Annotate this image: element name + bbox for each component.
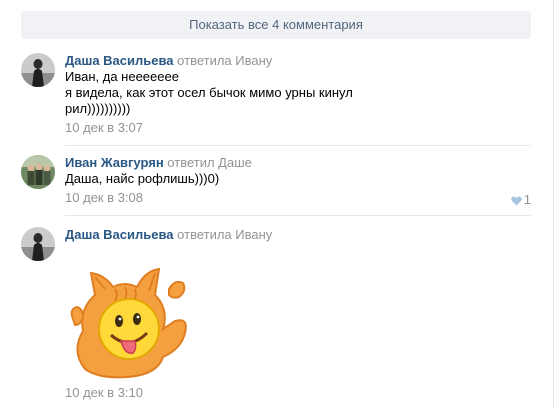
comment-text-line: Иван, да неееееее	[65, 69, 179, 84]
comment-body: Иван Жавгурян ответил Даше Даша, найс ро…	[65, 155, 531, 206]
like-button[interactable]: 1	[511, 192, 531, 208]
comment-text-line: рил))))))))))	[65, 101, 131, 116]
avatar[interactable]	[21, 155, 55, 189]
author-link[interactable]: Даша Васильева	[65, 53, 174, 68]
reply-to-link[interactable]: ответил Даше	[167, 155, 252, 170]
like-count: 1	[523, 192, 531, 207]
avatar[interactable]	[21, 227, 55, 261]
avatar[interactable]	[21, 53, 55, 87]
heart-icon	[511, 196, 522, 206]
cat-smiley-sticker[interactable]	[65, 259, 193, 387]
comment-divider	[65, 145, 531, 146]
comment-header: Иван Жавгурян ответил Даше	[65, 155, 531, 171]
reply-to-link[interactable]: ответила Ивану	[177, 227, 272, 242]
comment-body: Даша Васильева ответила Ивану 10 дек в 3…	[65, 227, 531, 400]
comment-header: Даша Васильева ответила Ивану	[65, 53, 531, 69]
comment-date[interactable]: 10 дек в 3:07	[65, 120, 531, 136]
reply-to-link[interactable]: ответила Ивану	[177, 53, 272, 68]
author-link[interactable]: Даша Васильева	[65, 227, 174, 242]
comment-date[interactable]: 10 дек в 3:10	[65, 385, 143, 401]
comment-date[interactable]: 10 дек в 3:08	[65, 190, 531, 206]
comment-text-line: Даша, найс рофлишь)))0)	[65, 171, 220, 186]
comments-panel: Показать все 4 комментария Даша Васильев…	[0, 0, 554, 409]
show-all-comments-button[interactable]: Показать все 4 комментария	[21, 11, 531, 39]
comment-header: Даша Васильева ответила Ивану	[65, 227, 531, 243]
comment-body: Даша Васильева ответила Ивану Иван, да н…	[65, 53, 531, 136]
author-link[interactable]: Иван Жавгурян	[65, 155, 164, 170]
comment-text-line: я видела, как этот осел бычок мимо урны …	[65, 85, 353, 100]
comment-divider	[65, 215, 531, 216]
